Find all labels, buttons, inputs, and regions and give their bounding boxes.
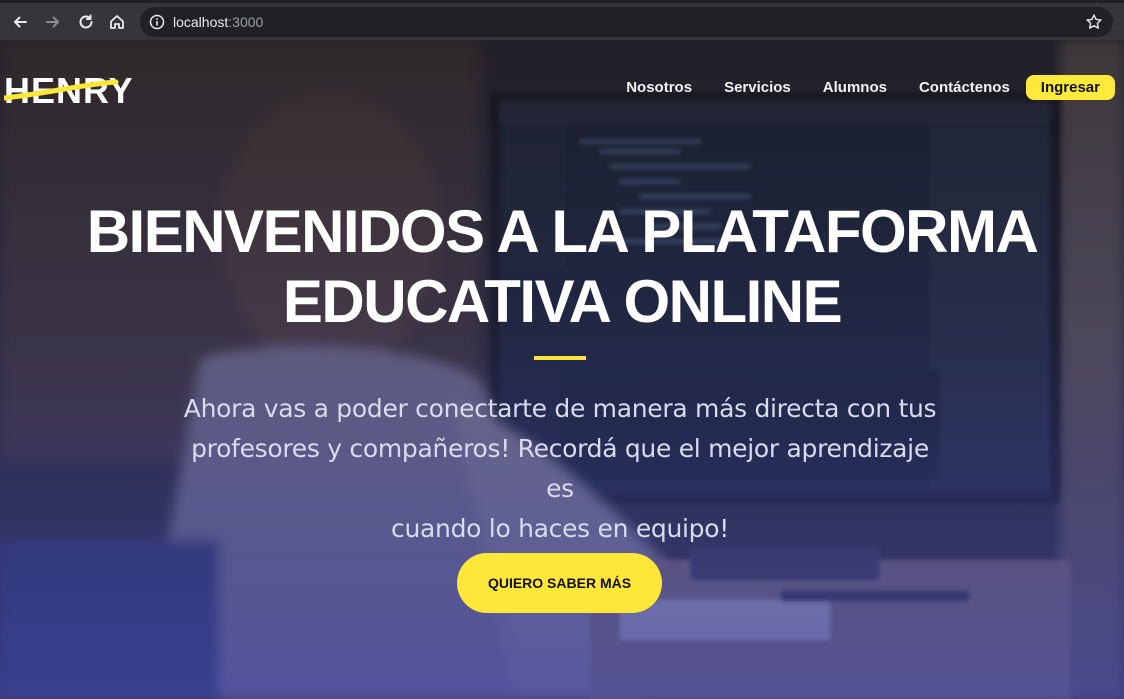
url-text: localhost:3000 [173, 14, 263, 30]
hero-subtitle: Ahora vas a poder conectarte de manera m… [180, 389, 940, 549]
back-arrow-icon[interactable] [8, 10, 32, 34]
nav-link-nosotros[interactable]: Nosotros [626, 79, 692, 96]
hero-section: HENRY Nosotros Servicios Alumnos Contáct… [0, 40, 1124, 699]
nav-link-contactenos[interactable]: Contáctenos [919, 79, 1010, 96]
hero-headline: BIENVENIDOS A LA PLATAFORMA EDUCATIVA ON… [0, 200, 1124, 334]
nav-link-alumnos[interactable]: Alumnos [823, 79, 887, 96]
headline-line-2: EDUCATIVA ONLINE [282, 268, 843, 335]
info-icon[interactable] [149, 14, 165, 30]
reload-icon[interactable] [74, 10, 98, 34]
subtitle-line-1: Ahora vas a poder conectarte de manera m… [183, 394, 937, 423]
henry-logo[interactable]: HENRY [4, 72, 166, 110]
headline-divider [534, 356, 586, 360]
subtitle-line-2: profesores y compañeros! Recordá que el … [191, 434, 929, 503]
forward-arrow-icon[interactable] [41, 10, 65, 34]
login-button[interactable]: Ingresar [1025, 75, 1115, 100]
address-bar[interactable]: localhost:3000 [140, 7, 1113, 37]
nav-link-servicios[interactable]: Servicios [724, 79, 791, 96]
headline-line-1: BIENVENIDOS A LA PLATAFORMA [86, 198, 1039, 265]
main-nav: Nosotros Servicios Alumnos Contáctenos I… [594, 75, 1115, 100]
cta-button[interactable]: QUIERO SABER MÁS [457, 553, 662, 613]
browser-toolbar: localhost:3000 [0, 0, 1124, 40]
home-icon[interactable] [105, 10, 129, 34]
star-icon[interactable] [1085, 13, 1103, 31]
subtitle-line-3: cuando lo haces en equipo! [391, 514, 729, 543]
url-host: localhost [173, 14, 229, 30]
logo-text: HENRY [4, 72, 134, 110]
url-port: :3000 [228, 14, 264, 30]
